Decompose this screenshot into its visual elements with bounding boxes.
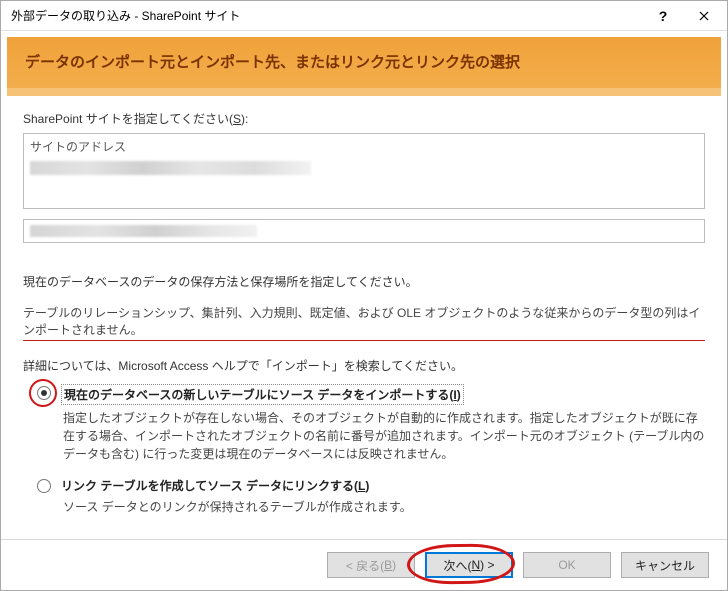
next-button[interactable]: 次へ(N) > [425, 552, 513, 578]
help-reference-text: 詳細については、Microsoft Access ヘルプで「インポート」を検索し… [23, 357, 705, 374]
import-external-data-dialog: 外部データの取り込み - SharePoint サイト ? データのインポート元… [0, 0, 728, 591]
import-options-group: 現在のデータベースの新しいテーブルにソース データをインポートする(I) 指定し… [23, 384, 705, 516]
close-icon[interactable] [681, 1, 727, 31]
storage-instruction-text: 現在のデータベースのデータの保存方法と保存場所を指定してください。 [23, 273, 705, 290]
site-address-listbox-header: サイトのアドレス [30, 138, 698, 155]
site-address-input[interactable] [23, 219, 705, 243]
ok-button: OK [523, 552, 611, 578]
wizard-button-bar: < 戻る(B) 次へ(N) > OK キャンセル [1, 539, 727, 590]
site-address-label: SharePoint サイトを指定してください(S): [23, 110, 705, 127]
radio-link-table[interactable] [37, 479, 51, 493]
titlebar: 外部データの取り込み - SharePoint サイト ? [1, 1, 727, 31]
option-import-new-table-desc: 指定したオブジェクトが存在しない場合、そのオブジェクトが自動的に作成されます。指… [63, 409, 705, 463]
option-import-new-table-label: 現在のデータベースの新しいテーブルにソース データをインポートする(I) [61, 384, 464, 405]
wizard-content: SharePoint サイトを指定してください(S): サイトのアドレス 現在の… [1, 96, 727, 539]
redacted-site-url [30, 161, 311, 175]
site-address-listbox[interactable]: サイトのアドレス [23, 133, 705, 209]
annotation-circle-icon [29, 379, 57, 407]
option-link-table-label: リンク テーブルを作成してソース データにリンクする(L) [61, 477, 369, 494]
redacted-address-value [30, 225, 257, 237]
back-button: < 戻る(B) [327, 552, 415, 578]
cancel-button[interactable]: キャンセル [621, 552, 709, 578]
option-import-new-table[interactable]: 現在のデータベースの新しいテーブルにソース データをインポートする(I) [37, 384, 705, 405]
radio-import-new-table[interactable] [37, 386, 51, 400]
window-title: 外部データの取り込み - SharePoint サイト [11, 7, 645, 24]
help-icon[interactable]: ? [645, 1, 681, 31]
option-link-table-desc: ソース データとのリンクが保持されるテーブルが作成されます。 [63, 498, 705, 516]
import-warning-text: テーブルのリレーションシップ、集計列、入力規則、既定値、および OLE オブジェ… [23, 304, 705, 341]
wizard-banner: データのインポート元とインポート先、またはリンク元とリンク先の選択 [7, 37, 721, 96]
wizard-banner-title: データのインポート元とインポート先、またはリンク元とリンク先の選択 [25, 51, 703, 72]
option-link-table[interactable]: リンク テーブルを作成してソース データにリンクする(L) [37, 477, 705, 494]
